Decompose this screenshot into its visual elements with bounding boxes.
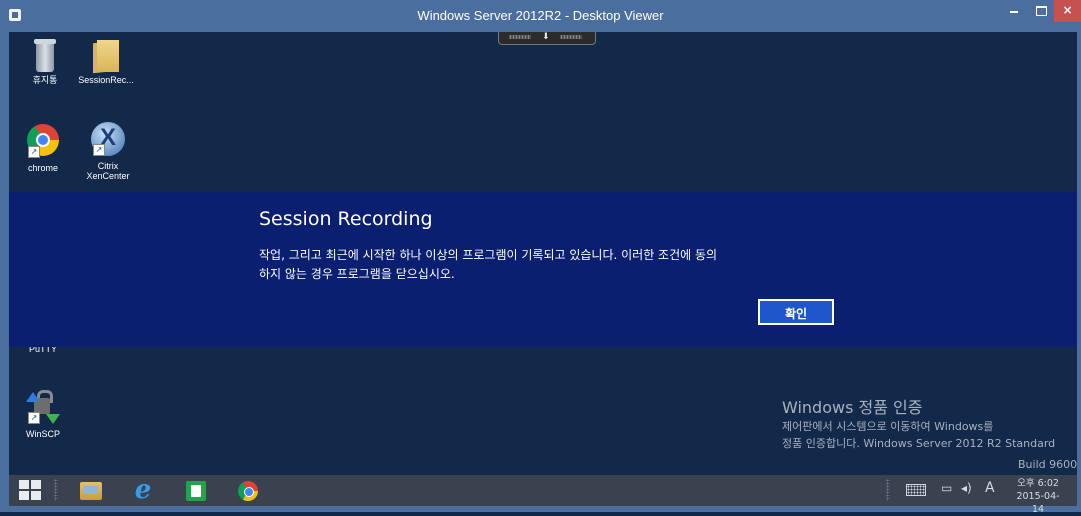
chrome-icon (238, 481, 258, 501)
watermark-title: Windows 정품 인증 (782, 398, 923, 417)
title-bar: Windows Server 2012R2 - Desktop Viewer × (0, 0, 1081, 32)
clock-time: 오후 6:02 (1017, 478, 1059, 489)
window-border-right (1077, 32, 1081, 512)
close-button[interactable]: × (1054, 0, 1081, 22)
server-manager-icon (186, 481, 206, 501)
desktop-icon-label: XenCenter (86, 171, 130, 181)
shortcut-arrow-icon: ↗ (93, 144, 105, 156)
dialog-message: 작업, 그리고 최근에 시작한 하나 이상의 프로그램이 기록되고 있습니다. … (259, 246, 859, 284)
watermark-build: Build 9600 (1018, 458, 1078, 471)
desktop-icon-label: chrome (27, 163, 58, 173)
session-recording-dialog: Session Recording 작업, 그리고 최근에 시작한 하나 이상의… (9, 192, 1077, 347)
start-button[interactable] (18, 479, 42, 501)
window-title: Windows Server 2012R2 - Desktop Viewer (417, 8, 664, 23)
ok-button[interactable]: 확인 (758, 299, 834, 325)
recycle-bin-icon (34, 38, 56, 72)
desktop-icon-label: SessionRec... (78, 75, 134, 85)
desktop-icon-winscp[interactable]: ↗ WinSCP (13, 390, 73, 440)
taskbar-chrome[interactable] (234, 478, 262, 503)
system-clock[interactable]: 오후 6:02 2015-04-14 (1012, 477, 1064, 516)
desktop-icon-label: WinSCP (25, 429, 60, 439)
desktop-icon-citrix-xencenter[interactable]: X ↗ Citrix XenCenter (78, 122, 138, 182)
dialog-message-line: 하지 않는 경우 프로그램을 닫으십시오. (259, 267, 455, 281)
ime-indicator[interactable]: A (985, 480, 995, 496)
dialog-title: Session Recording (259, 208, 433, 230)
arrow-down-icon: ⬇ (542, 32, 550, 42)
file-explorer-icon (80, 482, 102, 500)
taskbar-separator (54, 479, 58, 501)
taskbar-internet-explorer[interactable]: e (129, 475, 157, 505)
shortcut-arrow-icon: ↗ (28, 412, 40, 424)
network-icon[interactable]: ▭ (941, 481, 952, 495)
keyboard-icon[interactable] (906, 484, 926, 496)
grip-icon (509, 35, 531, 39)
desktop-icon-sessionrec[interactable]: SessionRec... (76, 38, 136, 86)
maximize-button[interactable] (1028, 0, 1054, 22)
folder-icon (91, 38, 121, 74)
taskbar-file-explorer[interactable] (77, 478, 105, 503)
window-border-left (0, 32, 9, 512)
desktop-icon-recycle-bin[interactable]: 휴지통 (15, 38, 75, 86)
watermark-line: 정품 인증합니다. Windows Server 2012 R2 Standar… (782, 437, 1056, 450)
desktop-icon-label: 휴지통 (32, 75, 58, 85)
close-icon: × (1062, 3, 1073, 17)
volume-icon[interactable]: ◂) (961, 481, 972, 495)
minimize-button[interactable] (1000, 0, 1028, 22)
viewer-toolbar-handle[interactable]: ⬇ (498, 32, 596, 45)
internet-explorer-icon: e (134, 475, 152, 505)
activation-watermark: Windows 정품 인증 제어판에서 시스템으로 이동하여 Windows를 … (782, 398, 1055, 452)
taskbar-server-manager[interactable] (182, 478, 210, 503)
taskbar-separator (886, 479, 890, 501)
dialog-message-line: 작업, 그리고 최근에 시작한 하나 이상의 프로그램이 기록되고 있습니다. … (259, 248, 718, 262)
shortcut-arrow-icon: ↗ (28, 146, 40, 158)
watermark-line: 제어판에서 시스템으로 이동하여 Windows를 (782, 420, 994, 433)
window-border-bottom (0, 506, 1081, 512)
grip-icon (560, 35, 582, 39)
clock-date: 2015-04-14 (1016, 491, 1060, 515)
desktop-icon-chrome[interactable]: ↗ chrome (13, 124, 73, 174)
taskbar: e ▭ ◂) A 오후 6:02 2015-04-14 (9, 475, 1077, 515)
